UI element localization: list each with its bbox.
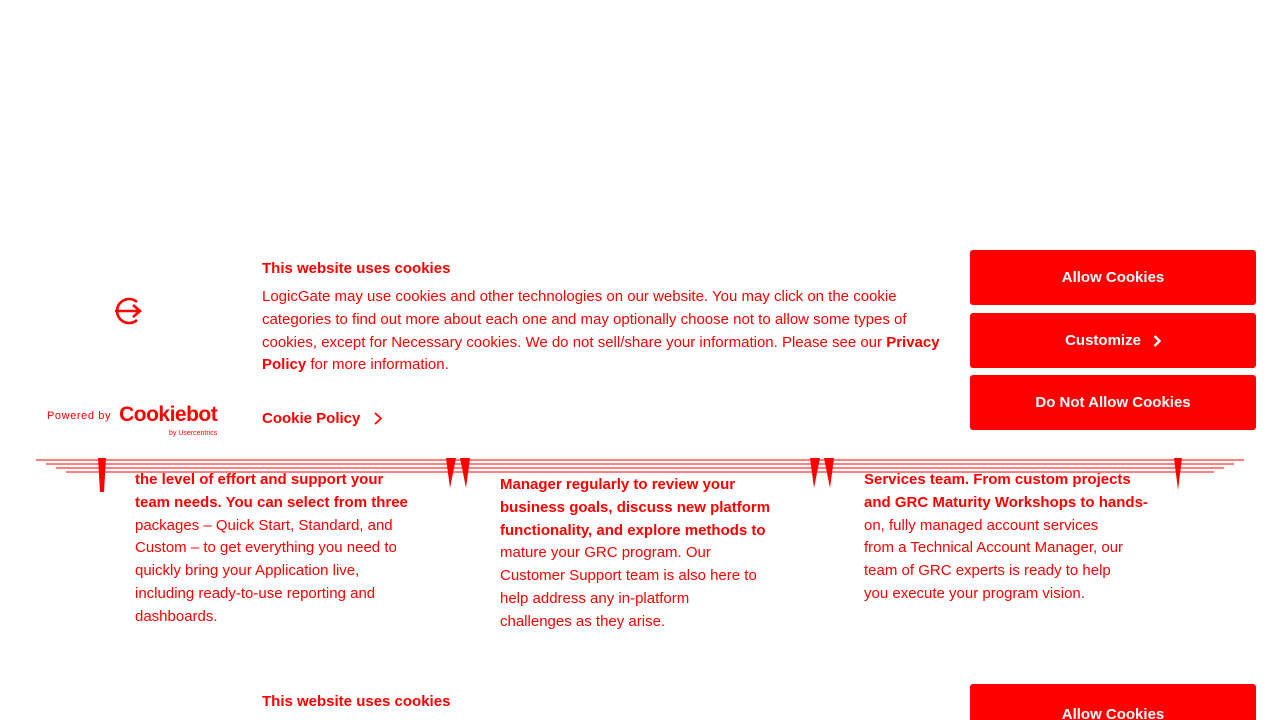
column-2-line: Manager regularly to review your <box>500 476 736 493</box>
column-3-line: from a Technical Account Manager, our <box>864 539 1124 557</box>
column-3-line: on, fully managed account services <box>864 516 1099 534</box>
allow-cookies-label: Allow Cookies <box>1061 269 1165 286</box>
column-1-line: team needs. You can select from three <box>135 493 408 511</box>
column-1-line: Custom – to get everything you need to <box>135 539 397 557</box>
page: the level of effort and support your team… <box>0 0 1280 720</box>
chevron-right-icon <box>1153 334 1161 347</box>
column-3-line: you execute your program vision. <box>864 584 1085 602</box>
customize-label: Customize <box>1065 332 1141 349</box>
cookie-banner-repeat: This website uses cookies Allow Cookies <box>0 680 1280 720</box>
do-not-allow-cookies-label: Do Not Allow Cookies <box>1035 394 1191 411</box>
allow-cookies-button[interactable]: Allow Cookies <box>970 250 1256 305</box>
do-not-allow-cookies-button[interactable]: Do Not Allow Cookies <box>970 375 1256 430</box>
allow-cookies-repeat-label: Allow Cookies <box>1061 705 1165 720</box>
powered-by-label: Powered by <box>47 410 112 422</box>
cookiebot-word: Cookiebot <box>119 403 218 426</box>
column-1-line: the level of effort and support your <box>135 471 384 488</box>
banner-title: This website uses cookies <box>262 260 451 277</box>
cookiebot-attribution: Powered by Cookiebot by Usercentrics <box>47 403 218 437</box>
cookie-policy-link[interactable]: Cookie Policy <box>262 410 383 427</box>
column-2-line: help address any in-platform <box>500 589 690 607</box>
cookiebot-sub: by Usercentrics <box>169 430 218 437</box>
cookie-policy-label: Cookie Policy <box>262 410 361 427</box>
column-3-line: team of GRC experts is ready to help <box>864 562 1111 580</box>
column-3-line: and GRC Maturity Workshops to hands- <box>864 493 1148 511</box>
banner-text-part-2: for more information. <box>306 356 449 374</box>
column-2-line: Customer Support team is also here to <box>500 567 757 585</box>
cookie-banner: Powered by Cookiebot by Usercentrics Thi… <box>0 245 1280 450</box>
content-column-3: Services team. From custom projects and G… <box>864 469 1154 606</box>
customize-button[interactable]: Customize <box>970 313 1256 368</box>
chevron-right-icon <box>374 412 383 425</box>
column-1-line: dashboards. <box>135 607 218 625</box>
content-column-1: the level of effort and support your team… <box>135 469 430 629</box>
cookiebot-logo: Cookiebot by Usercentrics <box>119 403 218 437</box>
allow-cookies-button-repeat[interactable]: Allow Cookies <box>970 684 1256 720</box>
column-1-line: quickly bring your Application live, <box>135 562 360 580</box>
logicgate-logo-icon <box>115 297 142 325</box>
column-2-line: mature your GRC program. Our <box>500 544 711 562</box>
content-column-2: Manager regularly to review your business… <box>500 474 790 634</box>
column-3-line: Services team. From custom projects <box>864 471 1131 488</box>
column-2-line: business goals, discuss new platform <box>500 498 771 516</box>
column-1-line: including ready-to-use reporting and <box>135 584 376 602</box>
column-2-line: challenges as they arise. <box>500 612 666 630</box>
banner-repeat-title: This website uses cookies <box>262 693 451 710</box>
column-1-line: packages – Quick Start, Standard, and <box>135 516 393 534</box>
banner-description: LogicGate may use cookies and other tech… <box>262 286 952 377</box>
banner-text-part-1: LogicGate may use cookies and other tech… <box>262 288 907 351</box>
column-2-line: functionality, and explore methods to <box>500 521 766 539</box>
